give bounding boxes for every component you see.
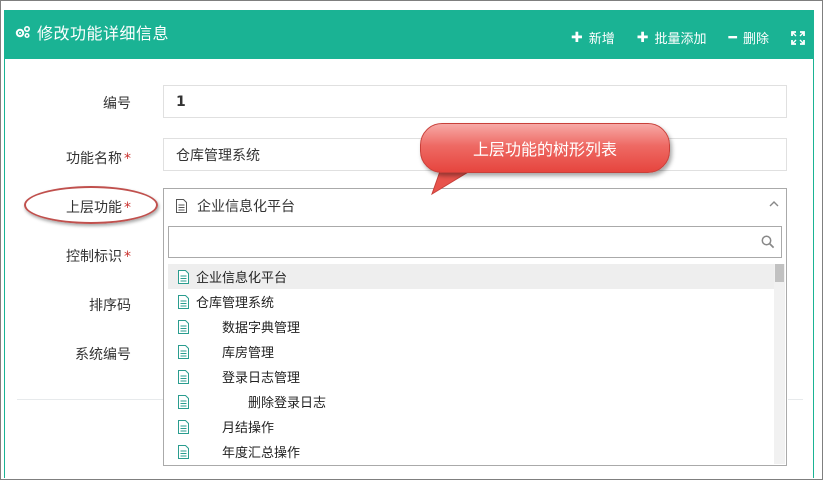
document-icon [178, 294, 189, 309]
required-mark: * [124, 151, 131, 167]
form-divider-right [788, 399, 803, 400]
dropdown-search[interactable] [168, 226, 782, 258]
id-value: 1 [176, 93, 186, 110]
document-icon [178, 319, 189, 334]
panel-tools: ✚ 新增 ✚ 批量添加 ━ 删除 [549, 28, 805, 47]
id-label: 编号 [5, 93, 131, 113]
dropdown-search-input[interactable] [175, 227, 755, 255]
highlight-oval [24, 186, 158, 224]
chevron-up-icon[interactable] [768, 199, 780, 209]
parent-select-value: 企业信息化平台 [197, 199, 295, 215]
tree-item-label: 数据字典管理 [222, 321, 301, 336]
tree-item[interactable]: 仓库管理系统 [168, 289, 774, 314]
name-value: 仓库管理系统 [176, 147, 260, 164]
plus-icon: ✚ [636, 29, 649, 46]
dropdown-scrollbar[interactable] [774, 264, 785, 464]
add-label: 新增 [588, 32, 615, 47]
name-label-text: 功能名称 [66, 151, 122, 167]
edit-panel: 修改功能详细信息 ✚ 新增 ✚ 批量添加 ━ 删除 编号 1 功能名称 * 仓库… [4, 10, 814, 478]
tree-item-label: 企业信息化平台 [196, 271, 288, 286]
parent-select[interactable]: 企业信息化平台 企业信息化平台 仓库管理系统数据字典管理 库房管理登录日志管理删除登… [163, 188, 787, 466]
tree-item-label: 仓库管理系统 [196, 296, 275, 311]
scrollbar-thumb[interactable] [775, 264, 784, 282]
sort-label-text: 排序码 [89, 298, 131, 314]
plus-icon: ✚ [571, 29, 583, 46]
gears-icon [15, 25, 31, 39]
document-icon [178, 269, 189, 284]
control-label-text: 控制标识 [66, 249, 122, 265]
panel-title: 修改功能详细信息 [37, 24, 170, 43]
tree-item[interactable]: 月结操作 [168, 414, 774, 439]
document-icon [178, 394, 189, 409]
batch-add-button[interactable]: ✚ 批量添加 [636, 28, 707, 48]
tree-item-label: 月结操作 [222, 421, 275, 436]
system-label: 系统编号 [5, 344, 131, 364]
document-icon [178, 444, 189, 459]
tree-item[interactable]: 数据字典管理 [168, 314, 774, 339]
callout-annotation: 上层功能的树形列表 [420, 123, 670, 173]
id-label-text: 编号 [103, 96, 131, 112]
id-field[interactable]: 1 [163, 85, 787, 118]
tree-item[interactable]: 删除登录日志 [168, 389, 774, 414]
document-icon [178, 419, 189, 434]
search-icon [761, 235, 775, 249]
tree-list: 企业信息化平台 仓库管理系统数据字典管理 库房管理登录日志管理删除登录日志月结操作年… [168, 264, 774, 464]
minus-icon: ━ [728, 29, 737, 46]
panel-title-wrap: 修改功能详细信息 [15, 21, 169, 43]
system-label-text: 系统编号 [75, 347, 131, 363]
add-button[interactable]: ✚ 新增 [571, 28, 615, 48]
batch-add-label: 批量添加 [654, 32, 707, 47]
delete-label: 删除 [742, 32, 769, 47]
tree-item[interactable]: 库房管理 [168, 339, 774, 364]
tree-item[interactable]: 登录日志管理 [168, 364, 774, 389]
tree-item-label: 年度汇总操作 [222, 446, 301, 461]
tree-item-label: 登录日志管理 [222, 371, 301, 386]
callout-text: 上层功能的树形列表 [472, 140, 617, 159]
delete-button[interactable]: ━ 删除 [728, 28, 769, 48]
tree-item-label: 删除登录日志 [248, 396, 327, 411]
fullscreen-icon[interactable] [791, 30, 805, 45]
required-mark: * [124, 249, 131, 265]
control-label: 控制标识 * [5, 246, 131, 266]
sort-label: 排序码 [5, 295, 131, 315]
panel-header: 修改功能详细信息 ✚ 新增 ✚ 批量添加 ━ 删除 [5, 11, 813, 59]
tree-item[interactable]: 企业信息化平台 [168, 264, 774, 289]
form-divider [17, 399, 163, 400]
tree-item[interactable]: 年度汇总操作 [168, 439, 774, 464]
document-icon [178, 344, 189, 359]
document-icon [176, 199, 187, 213]
document-icon [178, 369, 189, 384]
name-label: 功能名称 * [5, 148, 131, 168]
tree-item-label: 库房管理 [222, 346, 275, 361]
